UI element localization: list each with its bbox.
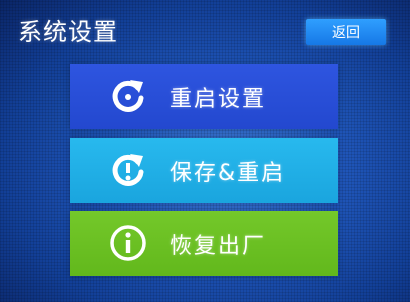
back-button[interactable]: 返回 [306, 19, 386, 45]
save-and-restart-label: 保存&重启 [170, 160, 286, 186]
save-and-restart-button[interactable]: 保存&重启 [70, 138, 338, 203]
page-title: 系统设置 [18, 18, 118, 46]
system-settings-screen: 系统设置 返回 重启设置 保存&重启 恢复出厂 [0, 0, 410, 302]
factory-reset-button[interactable]: 恢复出厂 [70, 211, 338, 276]
restart-icon [112, 80, 144, 112]
save-restart-icon [112, 154, 144, 186]
factory-reset-label: 恢复出厂 [170, 233, 267, 259]
info-icon [110, 225, 146, 261]
restart-settings-label: 重启设置 [170, 86, 267, 112]
restart-settings-button[interactable]: 重启设置 [70, 64, 338, 129]
